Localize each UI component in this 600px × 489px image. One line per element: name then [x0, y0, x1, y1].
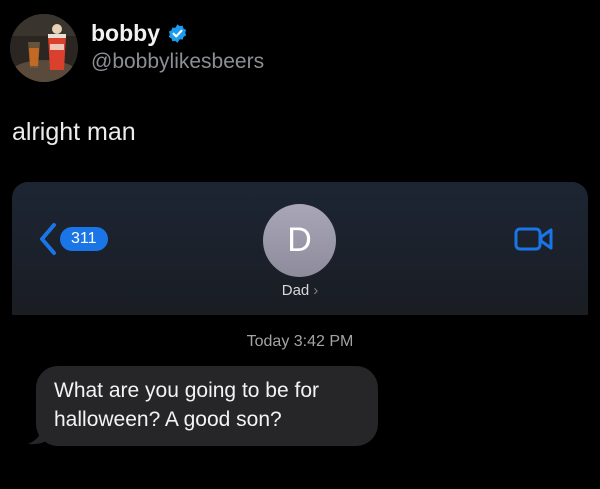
chevron-left-icon[interactable]: [38, 222, 58, 256]
message-timestamp: Today 3:42 PM: [0, 333, 600, 351]
video-camera-icon[interactable]: [514, 225, 554, 253]
display-name-text: bobby: [91, 20, 160, 46]
tweet-text: alright man: [12, 118, 136, 146]
message-bubble[interactable]: What are you going to be for halloween? …: [36, 366, 378, 446]
chevron-right-icon: ›: [313, 282, 319, 299]
imessage-header: 311 D Dad ›: [12, 182, 588, 315]
timestamp-time: 3:42 PM: [293, 333, 354, 350]
display-name[interactable]: bobby: [91, 20, 188, 47]
timestamp-day: Today: [246, 333, 290, 350]
avatar[interactable]: [10, 14, 78, 82]
user-handle[interactable]: @bobbylikesbeers: [91, 50, 264, 74]
verified-badge-icon: [168, 24, 187, 43]
contact-name[interactable]: Dad ›: [12, 282, 588, 299]
unread-count-badge[interactable]: 311: [60, 227, 108, 251]
contact-name-text: Dad: [281, 282, 310, 299]
contact-avatar[interactable]: D: [263, 204, 336, 277]
avatar-image: [10, 14, 78, 82]
